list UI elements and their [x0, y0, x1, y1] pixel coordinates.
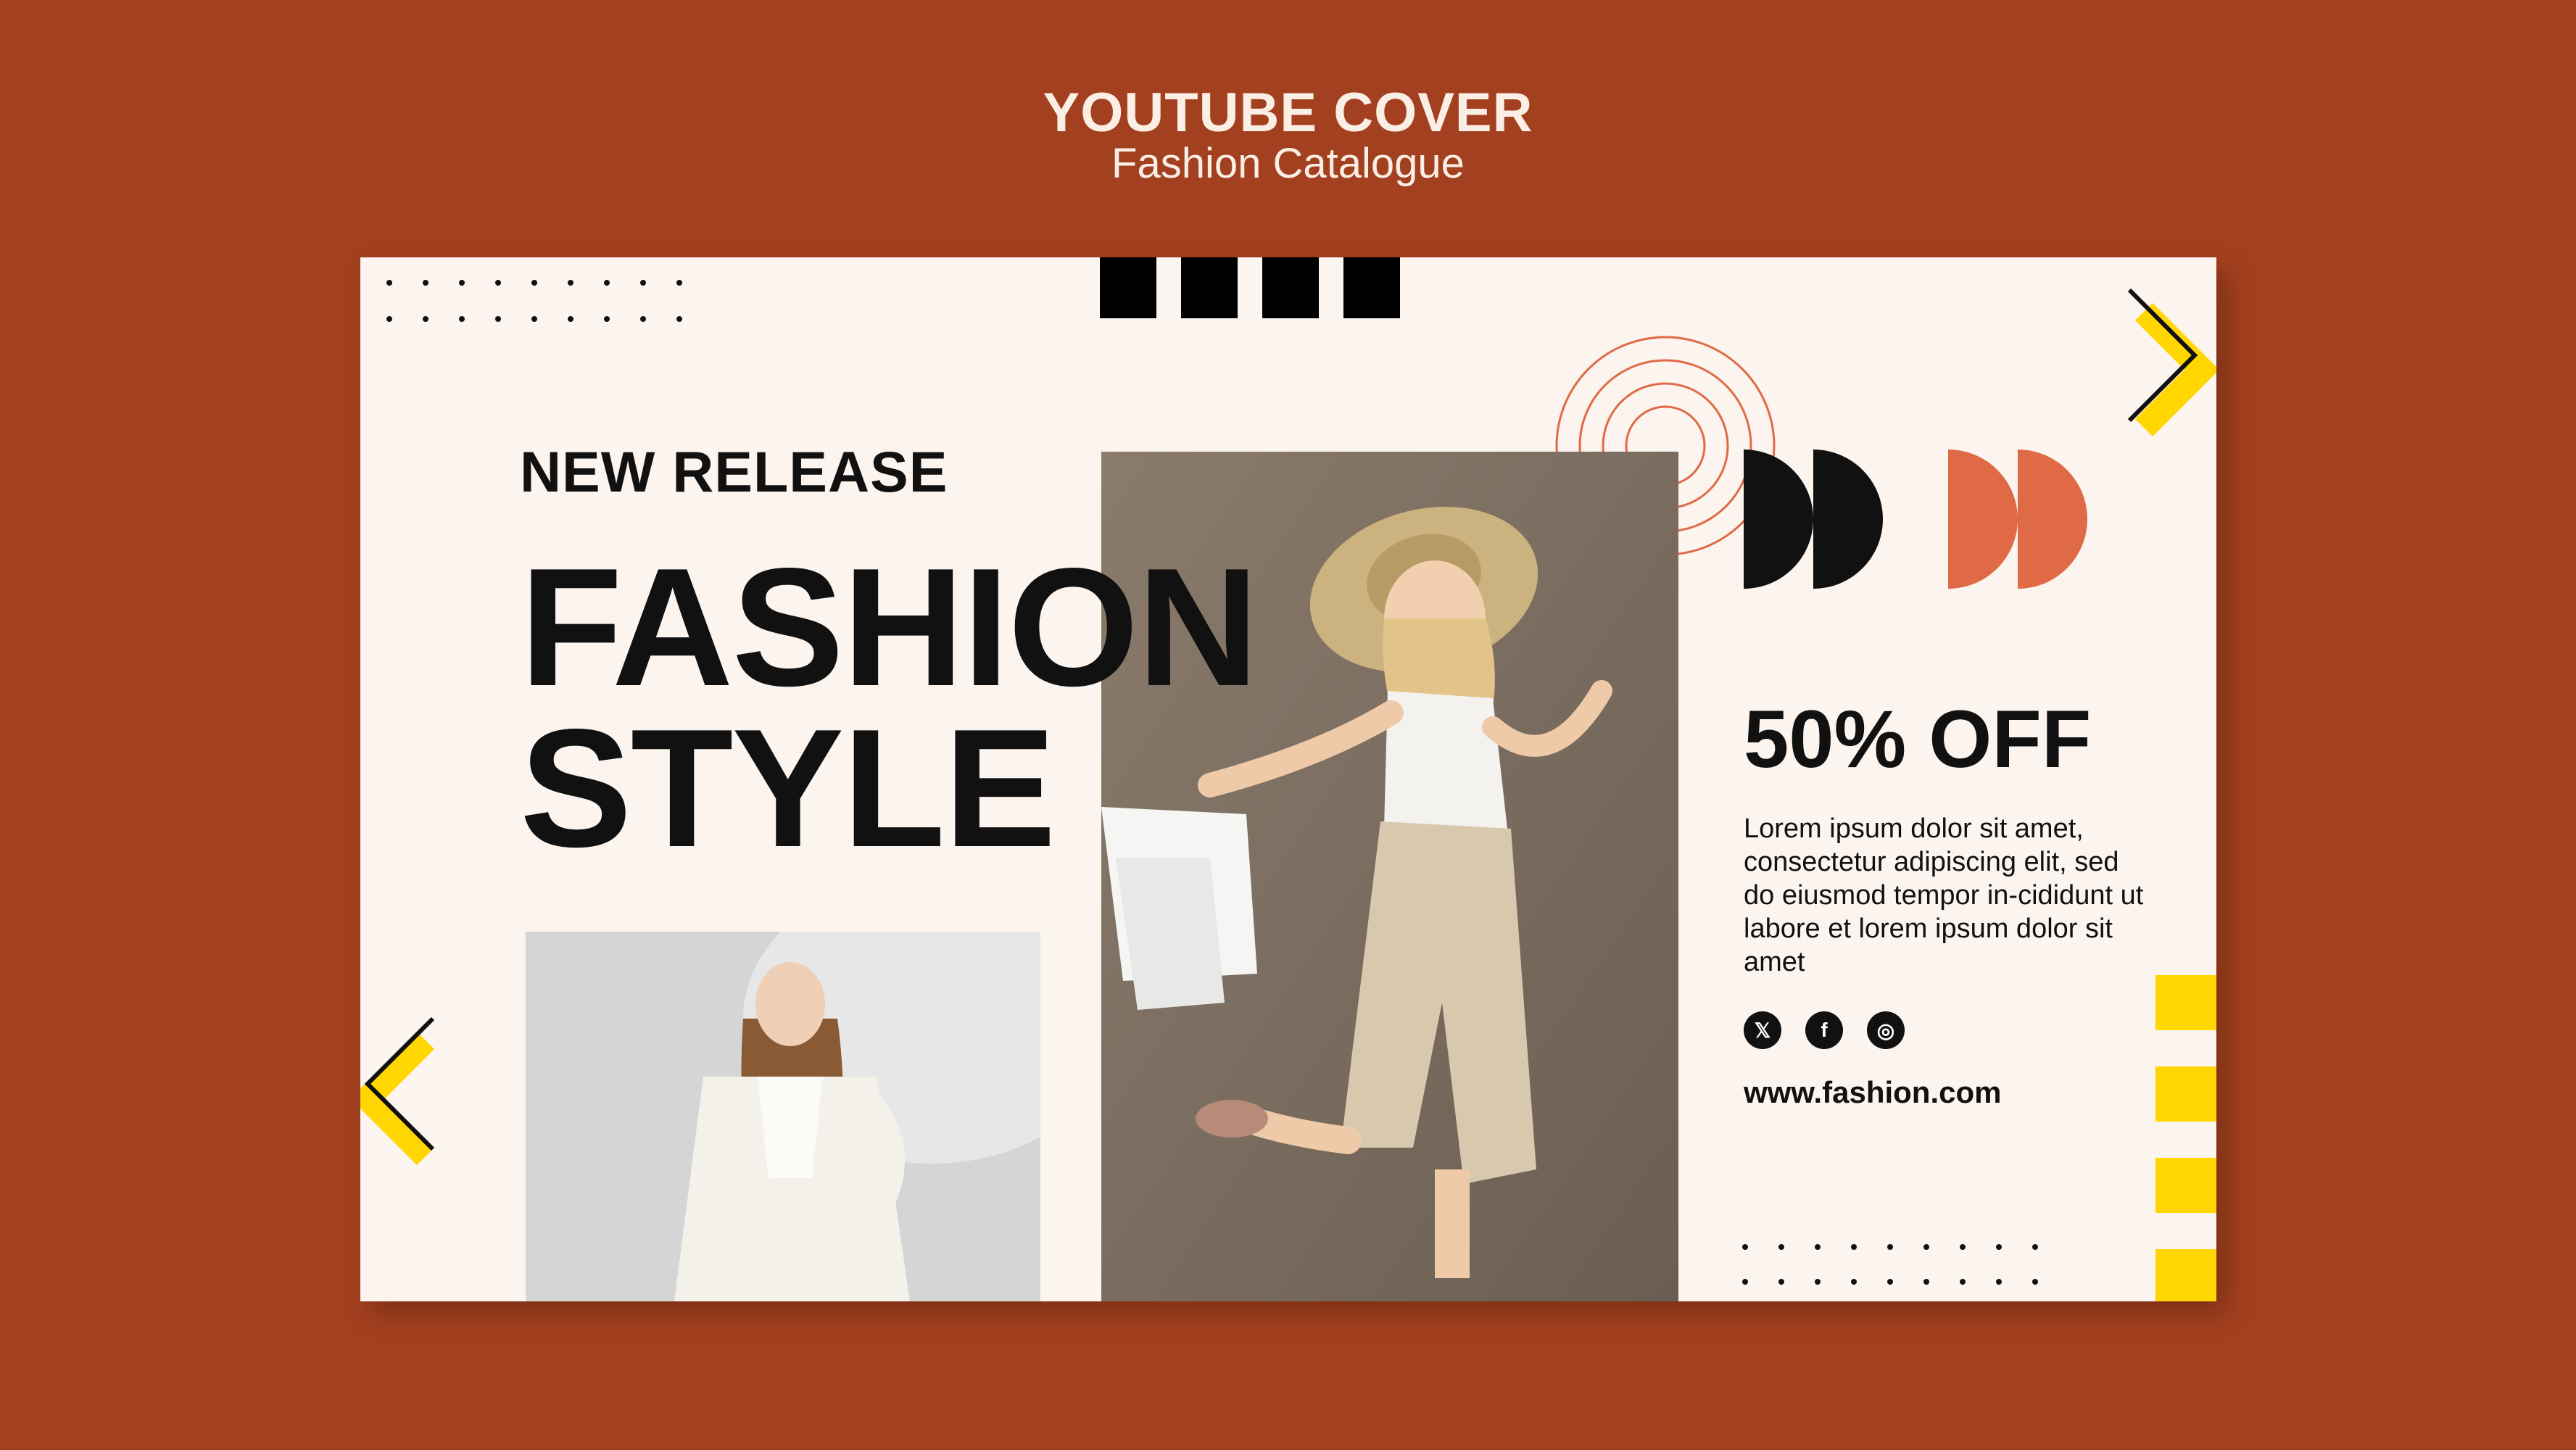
website-link[interactable]: www.fashion.com	[1744, 1075, 2001, 1110]
bar-block	[1262, 257, 1319, 318]
description-text: Lorem ipsum dolor sit amet, consectetur …	[1744, 813, 2144, 977]
black-bars-decoration	[1100, 257, 1400, 318]
headline: FASHION STYLE	[520, 534, 1259, 882]
yellow-block	[2155, 1249, 2216, 1301]
headline-line-1: FASHION	[520, 534, 1259, 721]
secondary-photo	[526, 932, 1040, 1301]
dot-grid-bottom	[1742, 1244, 2038, 1285]
instagram-icon[interactable]: ◎	[1867, 1011, 1905, 1049]
chevron-left-icon	[360, 1016, 435, 1166]
social-icons: 𝕏 f ◎	[1744, 1011, 1905, 1049]
page-subtitle: Fashion Catalogue	[1111, 140, 1465, 187]
yellow-blocks-decoration	[2155, 975, 2216, 1301]
cover-card: NEW RELEASE FASHION STYLE 50% OFF Lorem …	[360, 257, 2216, 1301]
bar-block	[1181, 257, 1238, 318]
x-icon[interactable]: 𝕏	[1744, 1011, 1781, 1049]
bar-block	[1343, 257, 1400, 318]
discount-text: 50% OFF	[1744, 694, 2092, 784]
page-title: YOUTUBE COVER	[1043, 82, 1533, 144]
half-circles-orange	[1948, 450, 2087, 589]
dot-grid-top	[386, 280, 682, 322]
facebook-icon[interactable]: f	[1805, 1011, 1843, 1049]
yellow-block	[2155, 1158, 2216, 1213]
half-circles-black	[1744, 450, 1883, 589]
yellow-block	[2155, 1066, 2216, 1122]
eyebrow-text: NEW RELEASE	[520, 439, 948, 504]
bar-block	[1100, 257, 1156, 318]
headline-line-2: STYLE	[520, 695, 1056, 882]
chevron-right-icon	[2127, 288, 2216, 437]
yellow-block	[2155, 975, 2216, 1030]
